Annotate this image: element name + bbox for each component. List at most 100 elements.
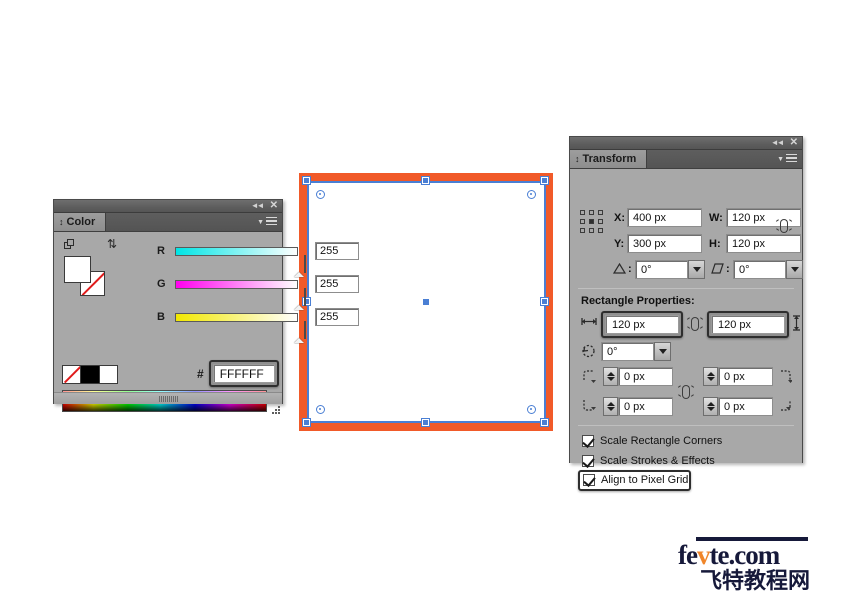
- corner-type-bottom-left-icon[interactable]: [582, 398, 597, 413]
- checkbox-icon[interactable]: [583, 474, 595, 486]
- corner-type-top-right-icon[interactable]: [777, 369, 792, 384]
- y-input[interactable]: 300 px: [627, 234, 702, 253]
- quick-swatches[interactable]: [62, 365, 118, 384]
- panel-resize-grip[interactable]: [270, 404, 282, 416]
- rect-rotation-input[interactable]: 0°: [601, 342, 654, 361]
- h-input[interactable]: 120 px: [726, 234, 801, 253]
- refpoint-top-left[interactable]: [580, 210, 585, 215]
- corner-type-bottom-right-icon[interactable]: [777, 398, 792, 413]
- x-input[interactable]: 400 px: [627, 208, 702, 227]
- collapse-icon[interactable]: ◄◄: [251, 202, 265, 210]
- fill-swatch[interactable]: [64, 256, 91, 283]
- tab-transform[interactable]: ↕ Transform: [570, 150, 648, 168]
- transform-panel-tabfill: ▼: [647, 150, 802, 168]
- color-slider-g[interactable]: G 255: [157, 275, 359, 310]
- checkbox-label: Align to Pixel Grid: [601, 474, 689, 486]
- corner-radius-widget-bottom-left[interactable]: [316, 405, 325, 414]
- rect-width-input[interactable]: 120 px: [605, 315, 679, 334]
- hex-input[interactable]: FFFFFF: [212, 364, 275, 383]
- refpoint-center[interactable]: [589, 219, 594, 224]
- black-swatch[interactable]: [80, 366, 99, 383]
- corner-top-right-input[interactable]: 0 px: [718, 367, 773, 386]
- angle-dropdown-button[interactable]: [688, 260, 705, 279]
- broken-link-icon[interactable]: [775, 217, 793, 235]
- tab-transform-label: Transform: [582, 153, 637, 165]
- refpoint-middle-right[interactable]: [598, 219, 603, 224]
- panel-menu-icon[interactable]: [786, 153, 797, 165]
- corner-radius-widget-top-right[interactable]: [527, 190, 536, 199]
- refpoint-top-right[interactable]: [598, 210, 603, 215]
- color-panel[interactable]: ◄◄ ✕ ↕ Color ▼ ⇅ R 255 G 255 B 255 # FFF…: [53, 199, 359, 414]
- color-panel-tabfill: ▼: [106, 213, 282, 231]
- tab-color[interactable]: ↕ Color: [54, 213, 107, 231]
- slider-track-g[interactable]: [175, 279, 306, 310]
- corner-top-right-stepper[interactable]: [703, 367, 718, 386]
- height-arrows-icon: [793, 315, 800, 331]
- rect-rotation-dropdown-button[interactable]: [654, 342, 671, 361]
- corner-type-top-left-icon[interactable]: [582, 369, 597, 384]
- selection-handle-bottom-center[interactable]: [421, 418, 430, 427]
- slider-knob-b[interactable]: [294, 320, 306, 343]
- transform-panel[interactable]: ◄◄ ✕ ↕ Transform ▼ X: 400 px W: 120 px Y…: [569, 136, 803, 491]
- shear-input[interactable]: 0°: [733, 260, 786, 279]
- broken-link-icon-rect[interactable]: [686, 315, 704, 333]
- selection-handle-top-center[interactable]: [421, 176, 430, 185]
- panel-menu-caret-icon[interactable]: ▼: [257, 219, 264, 226]
- refpoint-bottom-left[interactable]: [580, 228, 585, 233]
- selection-handle-bottom-left[interactable]: [302, 418, 311, 427]
- selection-handle-bottom-right[interactable]: [540, 418, 549, 427]
- corner-top-left-input[interactable]: 0 px: [618, 367, 673, 386]
- slider-knob-g[interactable]: [294, 287, 306, 310]
- refpoint-middle-left[interactable]: [580, 219, 585, 224]
- hex-field-group[interactable]: # FFFFFF: [197, 360, 279, 387]
- slider-track-r[interactable]: [175, 246, 306, 277]
- corner-radius-widget-bottom-right[interactable]: [527, 405, 536, 414]
- width-arrows-icon: [581, 318, 597, 325]
- corner-bottom-left-stepper[interactable]: [603, 397, 618, 416]
- artboard-selection-area[interactable]: [299, 173, 553, 431]
- x-label: X:: [614, 212, 625, 224]
- corner-bottom-left-input[interactable]: 0 px: [618, 397, 673, 416]
- selection-handle-top-left[interactable]: [302, 176, 311, 185]
- refpoint-bottom-right[interactable]: [598, 228, 603, 233]
- checkbox-scale-rectangle-corners[interactable]: Scale Rectangle Corners: [582, 435, 722, 447]
- checkbox-scale-strokes-effects[interactable]: Scale Strokes & Effects: [582, 455, 715, 467]
- color-slider-b[interactable]: B 255: [157, 308, 359, 343]
- default-fill-stroke-icon[interactable]: [64, 239, 75, 250]
- checkbox-align-to-pixel-grid[interactable]: Align to Pixel Grid: [583, 474, 688, 486]
- color-slider-r[interactable]: R 255: [157, 242, 359, 277]
- panel-menu-icon[interactable]: [266, 216, 277, 228]
- swap-fill-stroke-icon[interactable]: ⇅: [107, 238, 117, 250]
- selection-handle-top-right[interactable]: [540, 176, 549, 185]
- selection-handle-middle-right[interactable]: [540, 297, 549, 306]
- color-panel-footer-grip[interactable]: [54, 392, 282, 404]
- refpoint-top-center[interactable]: [589, 210, 594, 215]
- broken-link-icon-corners[interactable]: [677, 383, 695, 401]
- slider-value-g[interactable]: 255: [315, 275, 359, 293]
- white-swatch[interactable]: [98, 366, 117, 383]
- shear-dropdown-button[interactable]: [786, 260, 803, 279]
- close-icon[interactable]: ✕: [270, 201, 278, 211]
- corner-top-left-stepper[interactable]: [603, 367, 618, 386]
- reference-point-selector[interactable]: [580, 210, 606, 236]
- close-icon[interactable]: ✕: [790, 138, 798, 148]
- checkbox-label: Scale Rectangle Corners: [600, 435, 723, 447]
- slider-knob-r[interactable]: [294, 254, 306, 277]
- slider-value-b[interactable]: 255: [315, 308, 359, 326]
- checkbox-icon[interactable]: [582, 435, 594, 447]
- none-swatch[interactable]: [63, 366, 81, 383]
- refpoint-bottom-center[interactable]: [589, 228, 594, 233]
- color-panel-titlebar: ◄◄ ✕: [54, 200, 282, 213]
- corner-radius-widget-top-left[interactable]: [316, 190, 325, 199]
- slider-value-r[interactable]: 255: [315, 242, 359, 260]
- rect-height-input[interactable]: 120 px: [711, 315, 785, 334]
- checkbox-icon[interactable]: [582, 455, 594, 467]
- panel-menu-caret-icon[interactable]: ▼: [777, 156, 784, 163]
- collapse-icon[interactable]: ◄◄: [771, 139, 785, 147]
- fill-stroke-proxy[interactable]: ⇅: [62, 238, 120, 296]
- angle-input[interactable]: 0°: [635, 260, 688, 279]
- slider-track-b[interactable]: [175, 312, 306, 343]
- corner-bottom-right-stepper[interactable]: [703, 397, 718, 416]
- corner-bottom-right-input[interactable]: 0 px: [718, 397, 773, 416]
- watermark-text-line2: 飞特教程网: [700, 569, 811, 594]
